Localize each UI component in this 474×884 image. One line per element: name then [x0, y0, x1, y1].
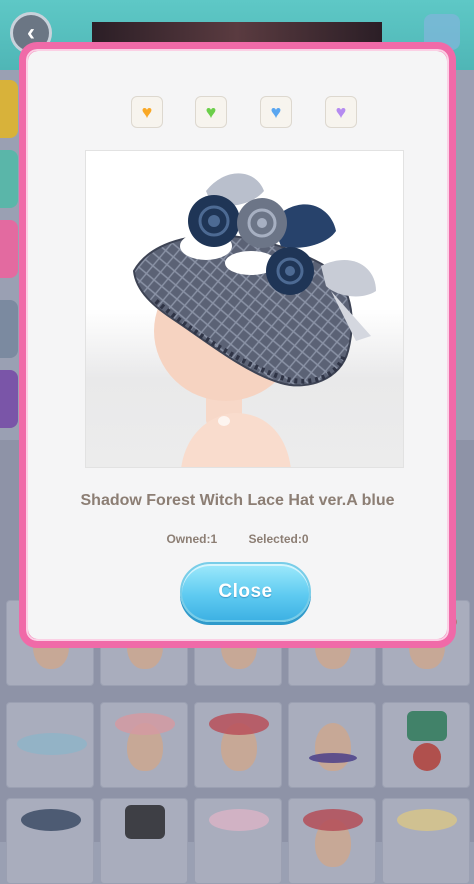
item-preview-image [85, 150, 404, 468]
side-tab[interactable] [0, 300, 18, 358]
grid-item[interactable] [6, 798, 94, 884]
grid-item[interactable] [382, 798, 470, 884]
side-tab[interactable] [0, 80, 18, 138]
grid-item[interactable] [100, 702, 188, 788]
grid-item[interactable] [100, 798, 188, 884]
item-counts: Owned:1 Selected:0 [28, 532, 447, 546]
color-variant-blue[interactable]: ♥ [260, 96, 292, 128]
selected-count: Selected:0 [248, 532, 309, 546]
color-variant-orange[interactable]: ♥ [131, 96, 163, 128]
grid-item[interactable] [288, 702, 376, 788]
close-button[interactable]: Close [180, 562, 311, 622]
side-tab[interactable] [0, 150, 18, 208]
grid-item[interactable] [288, 798, 376, 884]
lace-hat-illustration [132, 173, 376, 467]
grid-item[interactable] [194, 798, 282, 884]
orange-heart-icon: ♥ [141, 102, 153, 122]
grid-item[interactable] [6, 702, 94, 788]
green-heart-icon: ♥ [205, 102, 217, 122]
blue-heart-icon: ♥ [270, 102, 282, 122]
purple-heart-icon: ♥ [335, 102, 347, 122]
modal-body: ♥ ♥ ♥ ♥ Shadow Forest Witch Lace Hat ver… [28, 51, 447, 639]
color-variant-green[interactable]: ♥ [195, 96, 227, 128]
grid-item[interactable] [382, 702, 470, 788]
owned-count: Owned:1 [166, 532, 218, 546]
item-detail-modal: ♥ ♥ ♥ ♥ Shadow Forest Witch Lace Hat ver… [19, 42, 456, 648]
color-variant-purple[interactable]: ♥ [325, 96, 357, 128]
item-name: Shadow Forest Witch Lace Hat ver.A blue [80, 492, 395, 509]
grid-item[interactable] [194, 702, 282, 788]
side-tab[interactable] [0, 220, 18, 278]
side-tab[interactable] [0, 370, 18, 428]
